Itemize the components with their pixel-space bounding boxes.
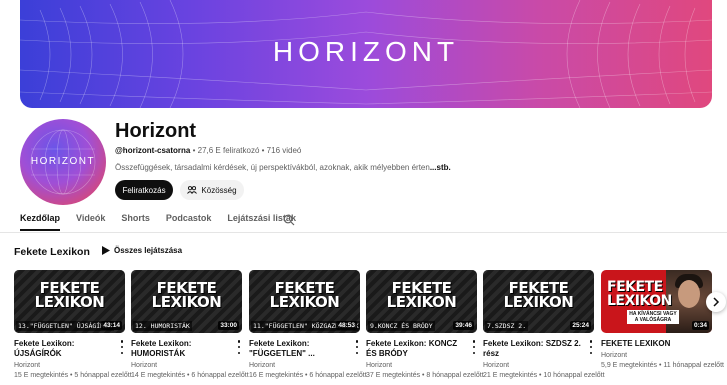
video-thumbnail[interactable]: FEKETE LEXIKON 7.SZDSZ 2. 25:24 (483, 270, 594, 333)
video-menu-icon[interactable] (354, 340, 360, 354)
channel-banner: HORIZONT (20, 0, 712, 108)
tab-videos[interactable]: Videók (76, 213, 105, 231)
shelf-next-button[interactable] (706, 292, 726, 312)
video-menu-icon[interactable] (119, 340, 125, 354)
video-stats: 16 E megtekintés • 6 hónappal ezelőtt (249, 372, 367, 379)
community-label: Közösség (201, 185, 237, 195)
play-icon (102, 246, 110, 255)
video-channel[interactable]: Horizont (601, 352, 712, 359)
video-thumbnail[interactable]: FEKETE LEXIKON 12. HUMORISTÁK 33:00 (131, 270, 242, 333)
video-title[interactable]: Fekete Lexikon: SZDSZ 2. rész (483, 339, 594, 359)
video-title[interactable]: FEKETE LEXIKON (601, 339, 712, 349)
thumbnail-title: FEKETE LEXIKON (151, 279, 222, 311)
chevron-right-icon (713, 297, 720, 307)
thumbnail-title: FEKETE LEXIKON (607, 279, 672, 309)
description-more-link[interactable]: ...stb. (430, 163, 451, 172)
description-text: Összefüggések, társadalmi kérdések, új p… (115, 163, 430, 172)
tab-home[interactable]: Kezdőlap (20, 213, 61, 231)
channel-meta: @horizont-csatorna • 27,6 E feliratkozó … (115, 146, 301, 155)
tab-podcasts[interactable]: Podcastok (166, 213, 212, 231)
channel-tabs: Kezdőlap Videók Shorts Podcastok Lejátsz… (20, 213, 296, 231)
search-icon[interactable] (283, 214, 295, 226)
video-duration: 33:00 (218, 321, 239, 330)
video-thumbnail[interactable]: FEKETE LEXIKON 9.KONCZ ÉS BRÓDY 39:46 (366, 270, 477, 333)
video-stats: 37 E megtekintés • 8 hónappal ezelőtt (366, 372, 484, 379)
channel-handle: @horizont-csatorna (115, 146, 191, 155)
play-all-button[interactable]: Összes lejátszása (102, 246, 182, 255)
video-card[interactable]: FEKETE LEXIKON 13."FÜGGETLEN" ÚJSÁGÍRÓK 4… (14, 270, 132, 379)
video-stats: 21 E megtekintés • 10 hónappal ezelőtt (483, 372, 605, 379)
video-channel[interactable]: Horizont (483, 362, 594, 369)
video-stats: 14 E megtekintés • 6 hónappal ezelőtt (131, 372, 249, 379)
thumbnail-label: 7.SZDSZ 2. (485, 321, 529, 331)
video-card[interactable]: FEKETE LEXIKON 12. HUMORISTÁK 33:00 Feket… (131, 270, 249, 379)
video-menu-icon[interactable] (588, 340, 594, 354)
video-title[interactable]: Fekete Lexikon: ÚJSÁGÍRÓK (14, 339, 125, 359)
video-channel[interactable]: Horizont (131, 362, 242, 369)
video-duration: 0:34 (691, 321, 709, 330)
video-channel[interactable]: Horizont (249, 362, 360, 369)
video-card[interactable]: FEKETE LEXIKON HA KÍVÁNCSI VAGY A VALÓSÁG… (601, 270, 724, 369)
subscribe-button[interactable]: Feliratkozás (115, 180, 173, 200)
video-stats: 15 E megtekintés • 5 hónappal ezelőtt (14, 372, 132, 379)
video-menu-icon[interactable] (236, 340, 242, 354)
video-menu-icon[interactable] (471, 340, 477, 354)
video-thumbnail[interactable]: FEKETE LEXIKON 13."FÜGGETLEN" ÚJSÁGÍRÓK 4… (14, 270, 125, 333)
thumbnail-caption: HA KÍVÁNCSI VAGY A VALÓSÁGRA (627, 310, 679, 324)
video-thumbnail[interactable]: FEKETE LEXIKON HA KÍVÁNCSI VAGY A VALÓSÁG… (601, 270, 712, 333)
avatar-logo-text: HORIZONT (30, 156, 96, 167)
video-card[interactable]: FEKETE LEXIKON 11."FÜGGETLEN" KÖZGAZDÁSZO… (249, 270, 367, 379)
video-card[interactable]: FEKETE LEXIKON 7.SZDSZ 2. 25:24 Fekete Le… (483, 270, 605, 379)
video-title[interactable]: Fekete Lexikon: "FÜGGETLEN" ... (249, 339, 360, 359)
banner-title: HORIZONT (272, 36, 460, 67)
thumbnail-title: FEKETE LEXIKON (34, 279, 105, 311)
video-card[interactable]: FEKETE LEXIKON 9.KONCZ ÉS BRÓDY 39:46 Fek… (366, 270, 484, 379)
video-title[interactable]: Fekete Lexikon: HUMORISTÁK (131, 339, 242, 359)
video-duration: 39:46 (453, 321, 474, 330)
play-all-label: Összes lejátszása (114, 246, 183, 255)
people-icon (187, 186, 198, 194)
channel-description[interactable]: Összefüggések, társadalmi kérdések, új p… (115, 163, 451, 172)
channel-name: Horizont (115, 120, 197, 142)
channel-avatar[interactable]: HORIZONT (20, 119, 106, 205)
video-duration: 43:14 (101, 321, 122, 330)
video-channel[interactable]: Horizont (14, 362, 125, 369)
shelf-title[interactable]: Fekete Lexikon (14, 246, 90, 258)
thumbnail-label: 9.KONCZ ÉS BRÓDY (368, 321, 435, 331)
thumbnail-title: FEKETE LEXIKON (269, 279, 340, 311)
tabs-divider (0, 232, 727, 233)
thumbnail-label: 13."FÜGGETLEN" ÚJSÁGÍRÓK (16, 321, 114, 331)
video-duration: 48:53 (336, 321, 357, 330)
channel-stats: • 27,6 E feliratkozó • 716 videó (192, 146, 302, 155)
thumbnail-title: FEKETE LEXIKON (386, 279, 457, 311)
video-stats: 5,9 E megtekintés • 11 hónappal ezelőtt (601, 362, 724, 369)
tab-shorts[interactable]: Shorts (121, 213, 150, 231)
video-channel[interactable]: Horizont (366, 362, 477, 369)
thumbnail-title: FEKETE LEXIKON (503, 279, 574, 311)
video-duration: 25:24 (570, 321, 591, 330)
video-thumbnail[interactable]: FEKETE LEXIKON 11."FÜGGETLEN" KÖZGAZDÁSZO… (249, 270, 360, 333)
video-title[interactable]: Fekete Lexikon: KONCZ ÉS BRÓDY (366, 339, 477, 359)
thumbnail-label: 12. HUMORISTÁK (133, 321, 192, 331)
community-button[interactable]: Közösség (180, 180, 244, 200)
